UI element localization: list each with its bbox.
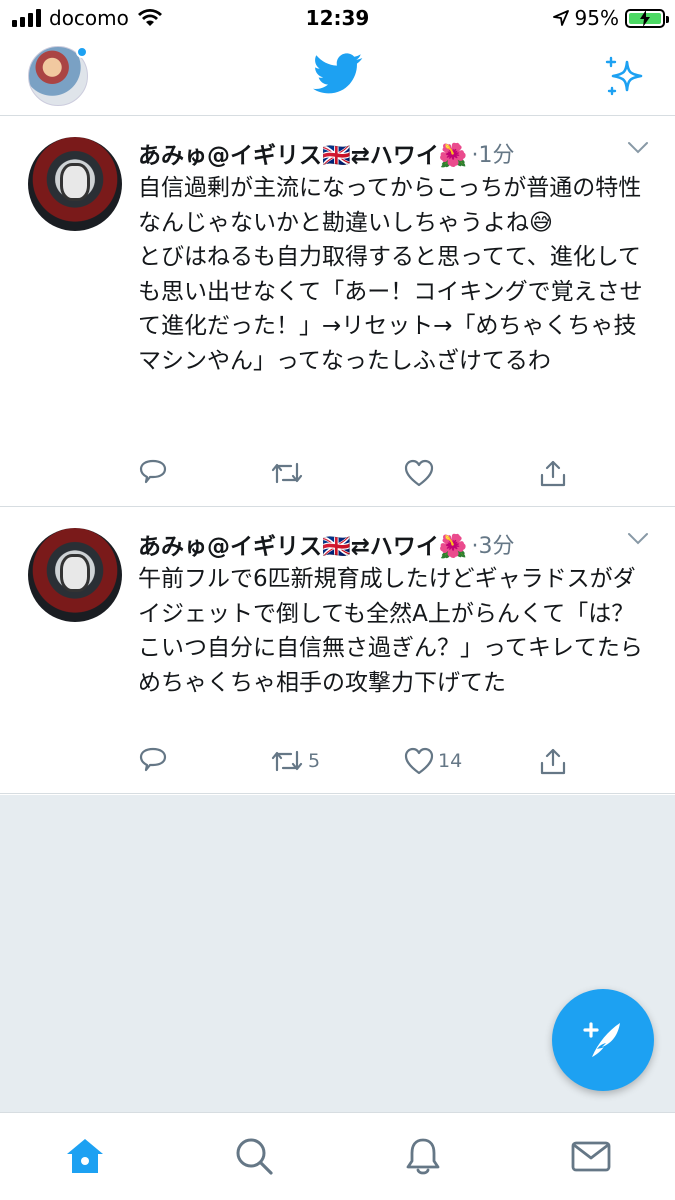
tweet-header: あみゅ@イギリス🇬🇧⇄ハワイ🌺 ·1分 bbox=[138, 137, 515, 169]
bottom-tab-bar bbox=[0, 1112, 675, 1200]
like-button[interactable]: 14 bbox=[404, 744, 462, 778]
tweet-text: 自信過剰が主流になってからこっちが普通の特性なんじゃないかと勘違いしちゃうよね😅… bbox=[138, 175, 643, 374]
display-name[interactable]: あみゅ@イギリス🇬🇧⇄ハワイ🌺 bbox=[138, 527, 468, 561]
retweet-icon bbox=[271, 750, 303, 772]
tweet-actions bbox=[138, 456, 568, 490]
chevron-down-icon[interactable] bbox=[627, 532, 649, 546]
like-button[interactable] bbox=[404, 456, 438, 490]
nav-header bbox=[0, 38, 675, 116]
retweet-button[interactable] bbox=[270, 456, 308, 490]
tweet-avatar[interactable] bbox=[28, 137, 122, 231]
messages-icon[interactable] bbox=[570, 1135, 612, 1177]
like-count: 14 bbox=[438, 750, 463, 772]
chevron-down-icon[interactable] bbox=[627, 141, 649, 155]
tweet-avatar[interactable] bbox=[28, 528, 122, 622]
tweet[interactable]: あみゅ@イギリス🇬🇧⇄ハワイ🌺 ·3分 午前フルで6匹新規育成したけどギャラドス… bbox=[0, 508, 675, 794]
compose-tweet-button[interactable] bbox=[552, 989, 654, 1091]
search-icon[interactable] bbox=[233, 1135, 275, 1177]
tweet-text: 午前フルで6匹新規育成したけどギャラドスがダイジェットで倒しても全然A上がらんく… bbox=[138, 566, 643, 696]
location-arrow-icon bbox=[552, 10, 569, 26]
battery-percent: 95% bbox=[574, 6, 619, 30]
status-bar: docomo 12:39 95% bbox=[0, 0, 675, 38]
notification-dot bbox=[76, 46, 88, 58]
tweet-header: あみゅ@イギリス🇬🇧⇄ハワイ🌺 ·3分 bbox=[138, 528, 515, 560]
retweet-button[interactable]: 5 bbox=[270, 744, 320, 778]
tweet-actions: 5 14 bbox=[138, 744, 568, 778]
status-right: 95% bbox=[552, 6, 669, 30]
home-icon[interactable] bbox=[64, 1135, 106, 1177]
reply-button[interactable] bbox=[138, 744, 168, 778]
display-name[interactable]: あみゅ@イギリス🇬🇧⇄ハワイ🌺 bbox=[138, 136, 468, 170]
share-icon bbox=[540, 748, 566, 775]
heart-icon bbox=[404, 747, 434, 775]
compose-feather-icon bbox=[583, 1022, 620, 1057]
reply-icon bbox=[139, 459, 167, 484]
share-button[interactable] bbox=[538, 456, 568, 490]
heart-icon bbox=[404, 459, 434, 487]
share-icon bbox=[540, 460, 566, 487]
retweet-icon bbox=[271, 462, 303, 484]
tweet[interactable]: あみゅ@イギリス🇬🇧⇄ハワイ🌺 ·1分 自信過剰が主流になってからこっちが普通の… bbox=[0, 117, 675, 507]
notifications-icon[interactable] bbox=[402, 1135, 444, 1177]
reply-icon bbox=[139, 747, 167, 772]
battery-icon bbox=[625, 8, 669, 28]
retweet-count: 5 bbox=[308, 750, 321, 772]
twitter-bird-icon[interactable] bbox=[313, 53, 363, 95]
tweet-timestamp: ·1分 bbox=[471, 143, 515, 168]
reply-button[interactable] bbox=[138, 456, 168, 490]
sparkle-icon[interactable] bbox=[603, 54, 647, 98]
share-button[interactable] bbox=[538, 744, 568, 778]
twitter-home-screen: docomo 12:39 95% あみゅ@イギリス🇬🇧⇄ハワイ🌺 ·1分 自信過… bbox=[0, 0, 675, 1200]
tweet-timestamp: ·3分 bbox=[471, 534, 515, 559]
